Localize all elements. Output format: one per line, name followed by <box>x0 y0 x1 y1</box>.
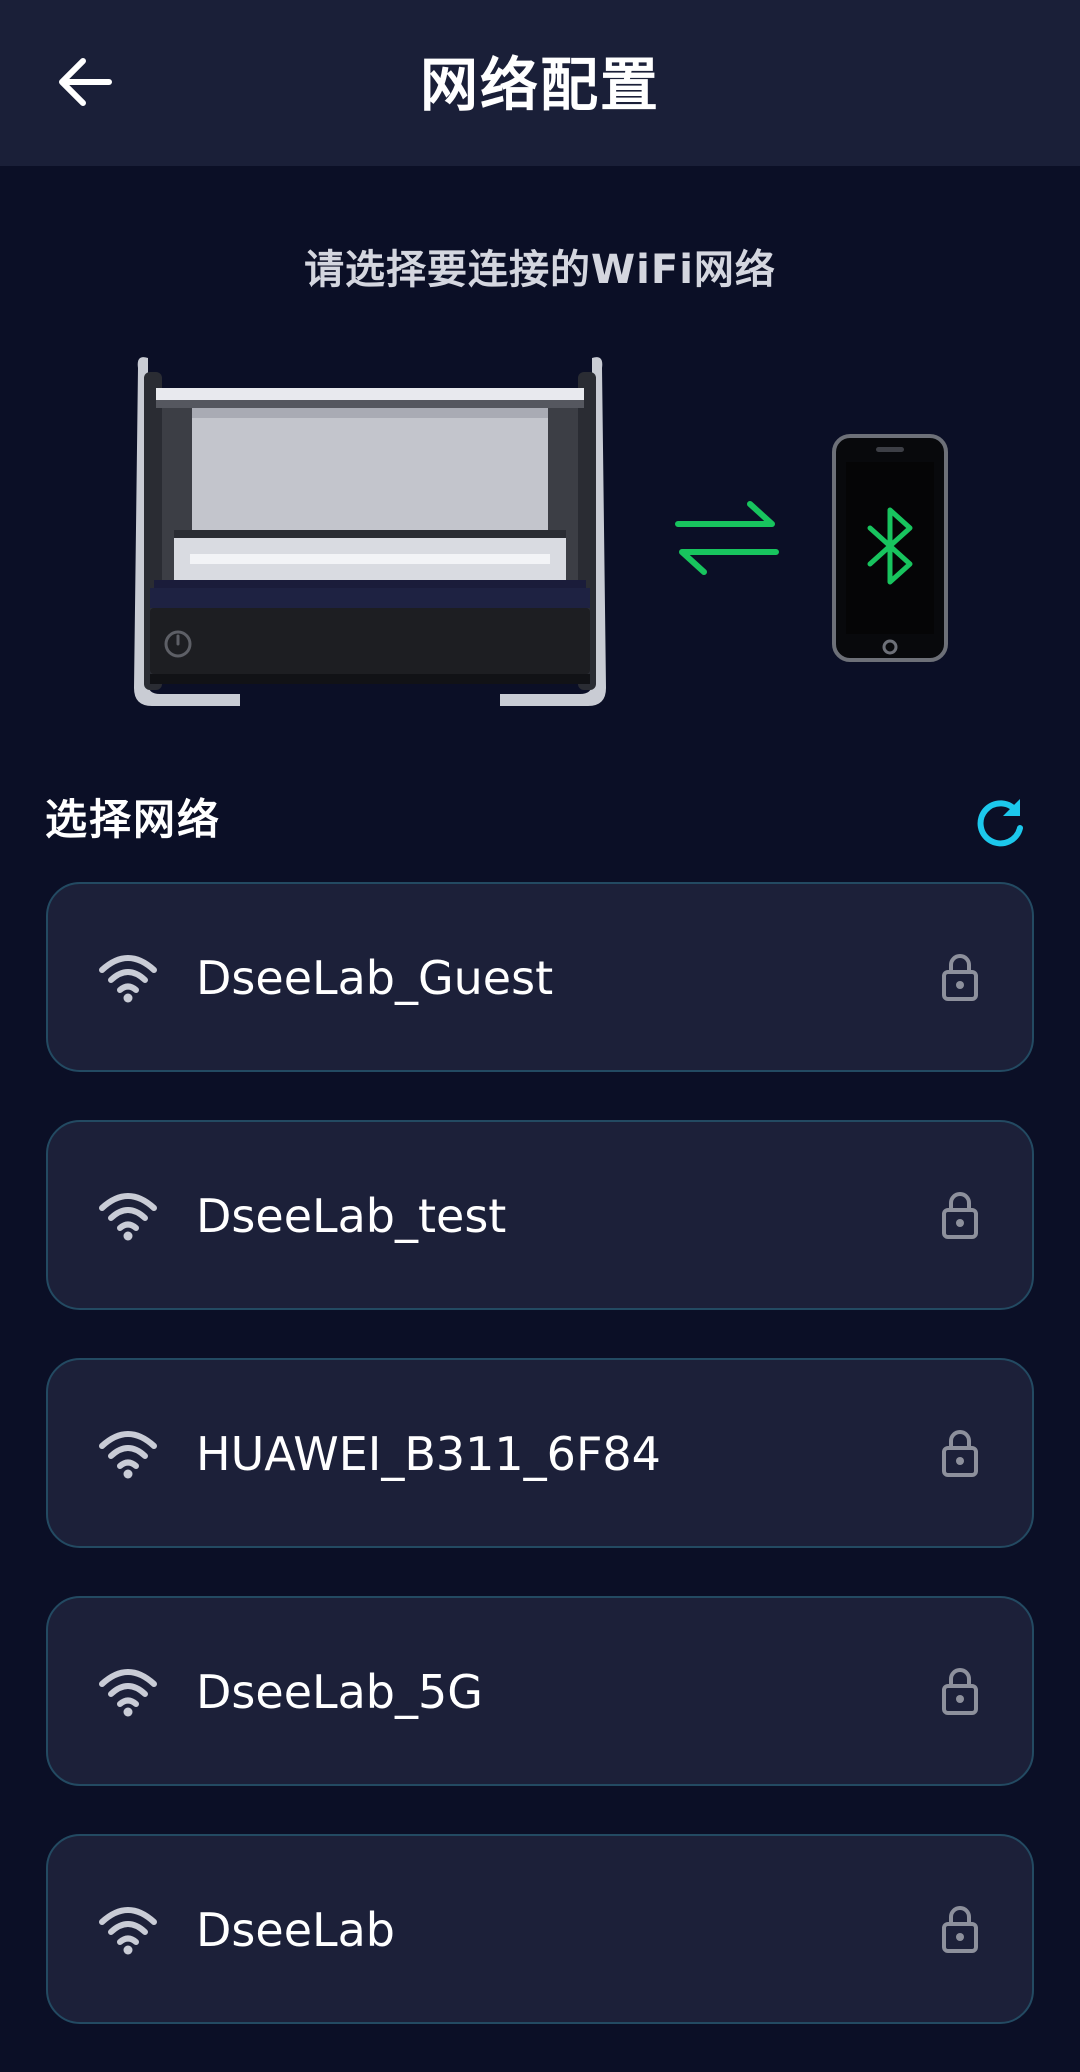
network-item[interactable]: DseeLab_test <box>46 1120 1034 1310</box>
network-name: DseeLab_5G <box>196 1665 483 1719</box>
lock-icon <box>942 954 978 1001</box>
lock-icon <box>942 1668 978 1715</box>
network-item[interactable]: DseeLab_Guest <box>46 882 1034 1072</box>
phone-image <box>832 434 948 662</box>
wifi-icon <box>99 955 157 1003</box>
network-item[interactable]: HUAWEI_B311_6F84 <box>46 1358 1034 1548</box>
lock-icon <box>942 1906 978 1953</box>
pairing-illustration <box>0 350 1080 720</box>
network-item[interactable]: DseeLab_5G <box>46 1596 1034 1786</box>
lock-icon <box>942 1430 978 1477</box>
swap-arrows-icon <box>675 501 779 575</box>
section-title: 选择网络 <box>45 795 222 844</box>
network-name: HUAWEI_B311_6F84 <box>196 1427 661 1481</box>
network-list: DseeLab_Guest DseeLab_test HUAWEI_B311_6 <box>46 882 1034 2072</box>
wifi-icon <box>99 1669 157 1717</box>
device-image <box>134 357 606 706</box>
network-name: DseeLab_Guest <box>196 951 554 1005</box>
network-item[interactable]: DseeLab <box>46 1834 1034 2024</box>
instruction-text: 请选择要连接的WiFi网络 <box>304 247 776 293</box>
page-title: 网络配置 <box>419 51 660 119</box>
refresh-button[interactable] <box>970 792 1030 852</box>
lock-icon <box>942 1192 978 1239</box>
refresh-icon <box>977 799 1023 847</box>
wifi-icon <box>99 1431 157 1479</box>
app-bar: 网络配置 <box>0 0 1080 166</box>
wifi-icon <box>99 1193 157 1241</box>
network-name: DseeLab_test <box>196 1189 507 1243</box>
network-name: DseeLab <box>196 1903 396 1957</box>
wifi-icon <box>99 1907 157 1955</box>
